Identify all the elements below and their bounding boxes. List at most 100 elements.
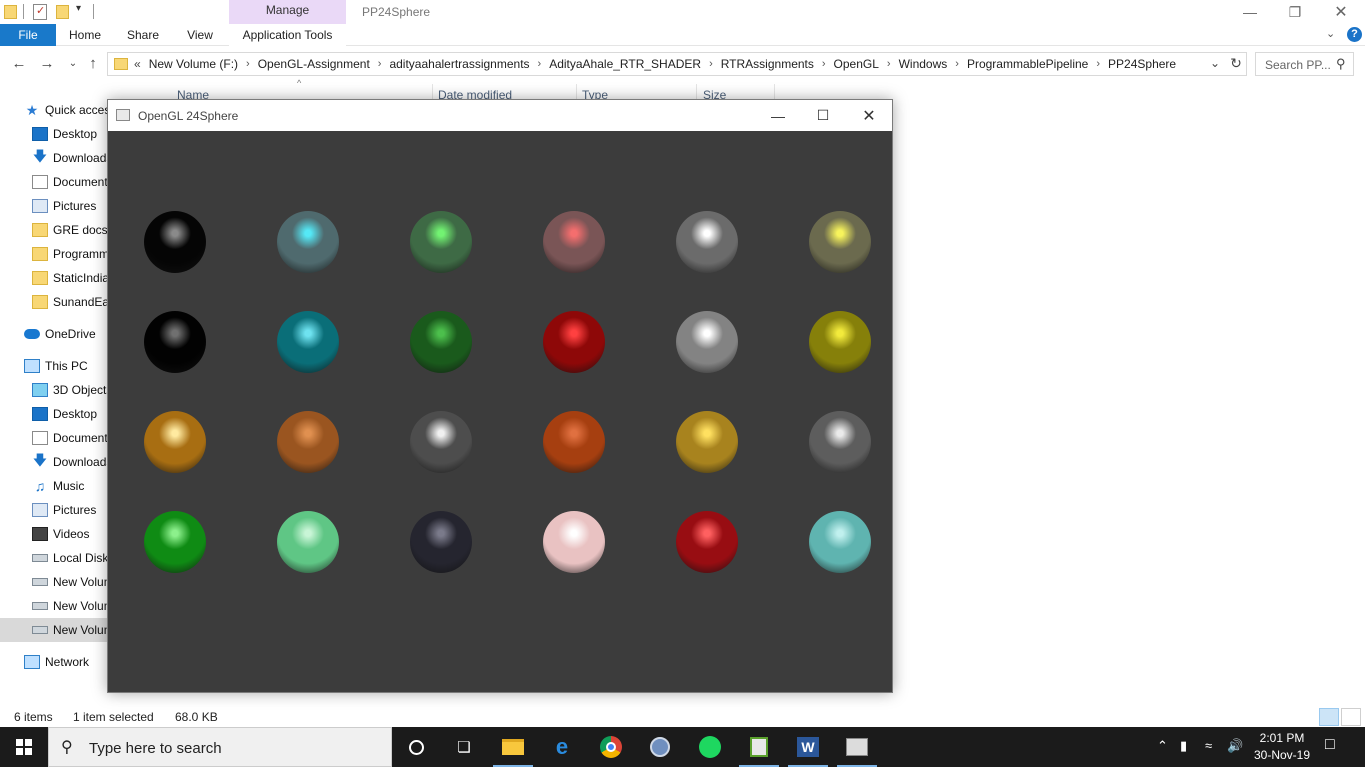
chevron-right-icon[interactable]: › <box>709 58 713 70</box>
new-folder-icon[interactable] <box>56 5 69 19</box>
nav-music[interactable]: ♫ Music <box>0 474 108 498</box>
edge-button[interactable]: e <box>538 727 586 767</box>
help-icon[interactable]: ? <box>1347 27 1362 42</box>
qat-dropdown-icon[interactable]: ▾ <box>76 3 81 14</box>
chevron-right-icon[interactable]: › <box>538 58 542 70</box>
search-icon[interactable]: ⚲ <box>1336 56 1346 72</box>
nav-downloads[interactable]: 🡇 Downloads <box>0 146 108 170</box>
minimize-button[interactable]: — <box>755 100 801 131</box>
nav-gre-docs[interactable]: GRE docs <box>0 218 108 242</box>
opengl-titlebar[interactable]: OpenGL 24Sphere — ☐ ✕ <box>108 100 892 131</box>
cortana-button[interactable] <box>392 727 440 767</box>
properties-icon[interactable]: ✓ <box>33 4 47 20</box>
battery-icon[interactable]: ▮ <box>1180 738 1187 754</box>
spotify-button[interactable] <box>686 727 734 767</box>
nav-static-india[interactable]: StaticIndia <box>0 266 108 290</box>
opengl-app-button[interactable] <box>833 727 881 767</box>
chrome-button[interactable] <box>587 727 635 767</box>
nav-sun-and-earth[interactable]: SunandEarth <box>0 290 108 314</box>
nav-pictures-pc[interactable]: Pictures <box>0 498 108 522</box>
breadcrumb-item-current[interactable]: PP24Sphere <box>1108 57 1176 71</box>
sphere <box>543 411 605 473</box>
up-arrow-icon[interactable]: ↑ <box>84 55 102 73</box>
tab-view[interactable]: View <box>180 24 220 46</box>
nav-documents[interactable]: Documents <box>0 170 108 194</box>
nav-videos[interactable]: Videos <box>0 522 108 546</box>
breadcrumb-item[interactable]: adityaahalertrassignments <box>389 57 529 71</box>
breadcrumb-item[interactable]: OpenGL <box>834 57 879 71</box>
nav-documents-pc[interactable]: Documents <box>0 426 108 450</box>
search-box[interactable]: Search PP... ⚲ <box>1255 52 1354 76</box>
back-arrow-icon[interactable]: ← <box>10 55 28 73</box>
close-button[interactable]: ✕ <box>1318 0 1364 24</box>
volume-icon[interactable]: 🔊 <box>1227 738 1243 754</box>
manage-label[interactable]: Manage <box>229 3 346 17</box>
notifications-icon[interactable]: □ <box>1325 736 1335 754</box>
status-item-count: 6 items <box>14 710 53 724</box>
nav-new-volume-d[interactable]: New Volume (D:) <box>0 570 108 594</box>
nav-label: Music <box>53 479 85 493</box>
tab-application-tools[interactable]: Application Tools <box>229 24 346 46</box>
restore-button[interactable]: ❐ <box>1272 0 1318 24</box>
chevron-up-icon[interactable]: ⌃ <box>1157 738 1168 754</box>
chevron-right-icon[interactable]: › <box>378 58 382 70</box>
file-explorer-button[interactable] <box>489 727 537 767</box>
nav-quick-access[interactable]: ★ Quick access <box>0 98 108 122</box>
chevron-right-icon[interactable]: › <box>887 58 891 70</box>
expand-ribbon-icon[interactable]: ⌄ <box>1326 27 1342 43</box>
nav-new-volume-f[interactable]: New Volume (F:) <box>0 618 108 642</box>
nav-network[interactable]: Network <box>0 650 108 674</box>
tab-home[interactable]: Home <box>64 24 106 46</box>
opengl-canvas[interactable] <box>108 131 892 692</box>
address-dropdown-icon[interactable]: ⌄ <box>1210 56 1220 70</box>
app-button[interactable] <box>636 727 684 767</box>
minimize-button[interactable]: — <box>1227 0 1273 24</box>
chevron-right-icon[interactable]: › <box>246 58 250 70</box>
folder-icon[interactable] <box>4 5 17 19</box>
nav-programmable-pipeline[interactable]: ProgrammablePipeline <box>0 242 108 266</box>
taskbar-search[interactable]: ⚲ Type here to search <box>48 727 392 767</box>
task-view-button[interactable]: ❏ <box>440 727 488 767</box>
tab-share[interactable]: Share <box>122 24 164 46</box>
tab-file[interactable]: File <box>0 24 56 46</box>
editor-icon <box>750 737 768 757</box>
maximize-button[interactable]: ☐ <box>800 100 846 131</box>
breadcrumb-item[interactable]: RTRAssignments <box>721 57 814 71</box>
nav-desktop[interactable]: Desktop <box>0 122 108 146</box>
chevron-right-icon[interactable]: › <box>955 58 959 70</box>
breadcrumb-item[interactable]: New Volume (F:) <box>149 57 238 71</box>
nav-3d-objects[interactable]: 3D Objects <box>0 378 108 402</box>
details-view-button[interactable] <box>1319 708 1339 726</box>
close-button[interactable]: ✕ <box>846 100 892 131</box>
chevron-right-icon[interactable]: › <box>1096 58 1100 70</box>
nav-this-pc[interactable]: This PC <box>0 354 108 378</box>
taskbar-search-input[interactable]: Type here to search <box>89 740 222 757</box>
chevron-right-icon[interactable]: › <box>822 58 826 70</box>
recent-locations-icon[interactable]: ⌄ <box>64 55 82 73</box>
large-icons-view-button[interactable] <box>1341 708 1361 726</box>
nav-label: Videos <box>53 527 90 541</box>
nav-onedrive[interactable]: OneDrive <box>0 322 108 346</box>
clock[interactable]: 2:01 PM 30-Nov-19 <box>1246 730 1318 764</box>
opengl-window[interactable]: OpenGL 24Sphere — ☐ ✕ <box>107 99 893 693</box>
breadcrumb-item[interactable]: OpenGL-Assignment <box>258 57 370 71</box>
breadcrumb-overflow[interactable]: « <box>134 57 141 71</box>
word-button[interactable]: W <box>784 727 832 767</box>
search-input[interactable]: Search PP... <box>1265 58 1331 72</box>
sphere <box>144 211 206 273</box>
nav-pictures[interactable]: Pictures <box>0 194 108 218</box>
breadcrumb-item[interactable]: ProgrammablePipeline <box>967 57 1088 71</box>
editor-button[interactable] <box>735 727 783 767</box>
address-bar[interactable]: « New Volume (F:) › OpenGL-Assignment › ad… <box>107 52 1247 76</box>
nav-downloads-pc[interactable]: 🡇 Downloads <box>0 450 108 474</box>
wifi-icon[interactable]: ≈ <box>1205 738 1212 753</box>
forward-arrow-icon[interactable]: → <box>38 55 56 73</box>
nav-desktop-pc[interactable]: Desktop <box>0 402 108 426</box>
nav-local-disk[interactable]: Local Disk (C:) <box>0 546 108 570</box>
start-button[interactable] <box>0 727 48 767</box>
breadcrumb-item[interactable]: Windows <box>899 57 948 71</box>
breadcrumb-item[interactable]: AdityaAhale_RTR_SHADER <box>549 57 701 71</box>
nav-new-volume-e[interactable]: New Volume (E:) <box>0 594 108 618</box>
drive-icon <box>32 578 48 586</box>
refresh-icon[interactable]: ↻ <box>1228 55 1244 73</box>
